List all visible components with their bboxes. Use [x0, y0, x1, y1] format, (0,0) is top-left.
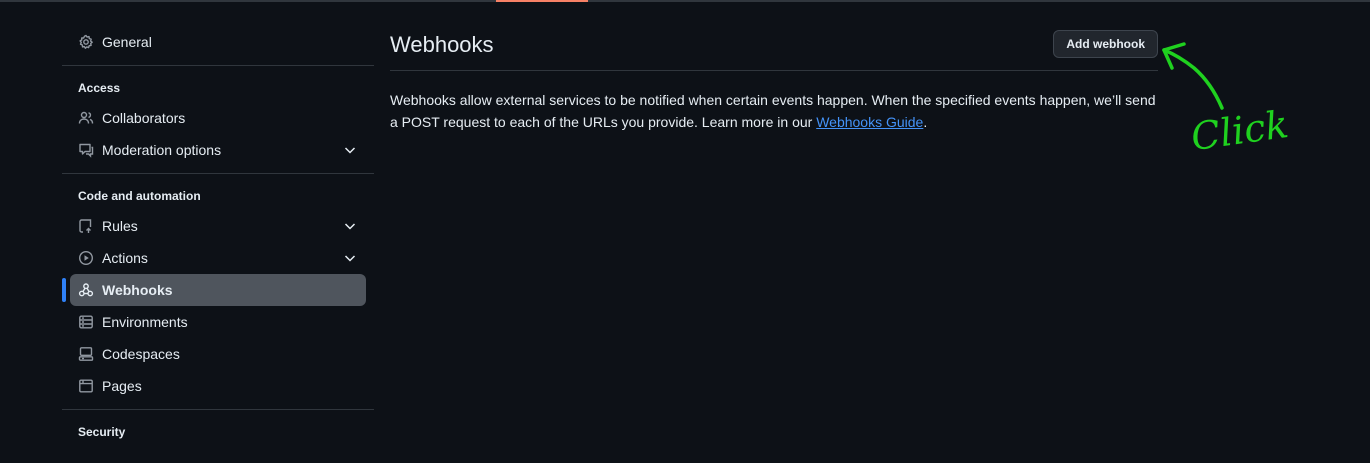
- play-icon: [78, 250, 94, 266]
- sidebar-item-general[interactable]: General: [70, 26, 366, 58]
- sidebar-item-codespaces[interactable]: Codespaces: [70, 338, 366, 370]
- top-border: [0, 0, 1370, 2]
- people-icon: [78, 110, 94, 126]
- sidebar-item-label: Webhooks: [102, 282, 173, 298]
- description-end: .: [923, 114, 928, 130]
- chevron-down-icon[interactable]: [342, 142, 358, 158]
- active-item-indicator: [62, 278, 66, 302]
- settings-sidebar: General Access Collaborators Moderation …: [62, 26, 374, 446]
- sidebar-item-moderation-options[interactable]: Moderation options: [70, 134, 366, 166]
- sidebar-item-actions[interactable]: Actions: [70, 242, 366, 274]
- sidebar-group-security: Security: [78, 425, 126, 439]
- webhook-icon: [78, 282, 94, 298]
- chevron-down-icon[interactable]: [342, 250, 358, 266]
- repo-push-icon: [78, 218, 94, 234]
- sidebar-item-rules[interactable]: Rules: [70, 210, 366, 242]
- click-annotation: Click: [1162, 42, 1291, 159]
- description-text: Webhooks allow external services to be n…: [390, 92, 1156, 130]
- annotation-arrow-shaft: [1162, 48, 1224, 110]
- webhooks-main: Webhooks Add webhook Webhooks allow exte…: [390, 28, 1158, 147]
- server-icon: [78, 314, 94, 330]
- sidebar-item-webhooks[interactable]: Webhooks: [62, 274, 366, 306]
- codespaces-icon: [78, 346, 94, 362]
- annotation-text: Click: [1188, 102, 1291, 159]
- sidebar-item-label: Actions: [102, 250, 148, 266]
- gear-icon: [78, 34, 94, 50]
- sidebar-divider: [62, 409, 374, 410]
- chevron-down-icon[interactable]: [342, 218, 358, 234]
- sidebar-item-label: Codespaces: [102, 346, 180, 362]
- sidebar-item-label: General: [102, 34, 152, 50]
- webhooks-guide-link[interactable]: Webhooks Guide: [816, 114, 923, 130]
- add-webhook-button[interactable]: Add webhook: [1053, 30, 1158, 58]
- browser-icon: [78, 378, 94, 394]
- sidebar-group-access: Access: [78, 81, 121, 95]
- comment-icon: [78, 142, 94, 158]
- sidebar-item-label: Collaborators: [102, 110, 186, 126]
- webhooks-description: Webhooks allow external services to be n…: [390, 89, 1158, 133]
- sidebar-divider: [62, 65, 374, 66]
- sidebar-item-collaborators[interactable]: Collaborators: [70, 102, 366, 134]
- sidebar-divider: [62, 173, 374, 174]
- sidebar-item-label: Pages: [102, 378, 142, 394]
- sidebar-item-label: Rules: [102, 218, 138, 234]
- sidebar-item-label: Environments: [102, 314, 188, 330]
- sidebar-item-pages[interactable]: Pages: [70, 370, 366, 402]
- sidebar-item-environments[interactable]: Environments: [70, 306, 366, 338]
- sidebar-item-label: Moderation options: [102, 142, 222, 158]
- page-title: Webhooks: [390, 32, 494, 57]
- active-tab-indicator: [496, 0, 588, 2]
- page-header: Webhooks Add webhook: [390, 28, 1158, 71]
- settings-page: General Access Collaborators Moderation …: [0, 0, 1370, 463]
- sidebar-group-code-and-automation: Code and automation: [78, 189, 201, 203]
